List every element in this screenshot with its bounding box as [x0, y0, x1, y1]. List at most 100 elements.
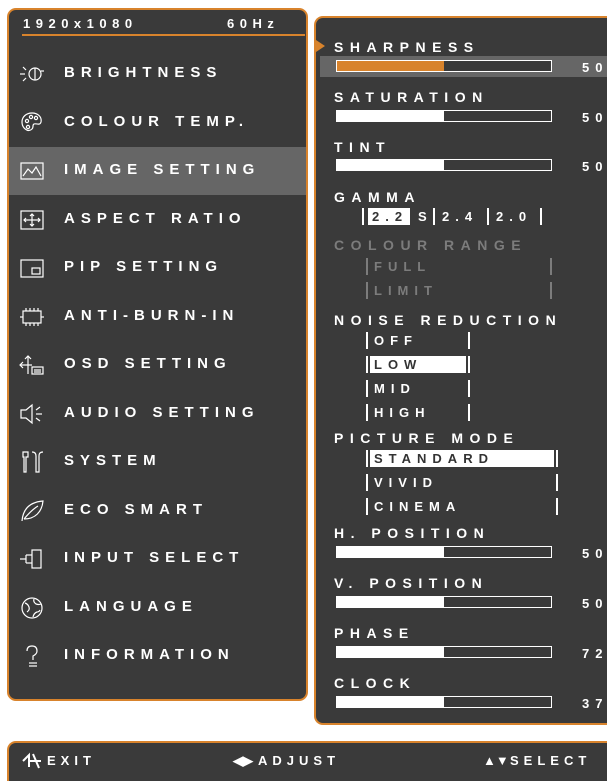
slider-fill: [337, 111, 444, 121]
menu-item-label: BRIGHTNESS: [64, 64, 223, 81]
noise-option-off[interactable]: OFF: [370, 332, 418, 349]
menu-item-system[interactable]: SYSTEM: [9, 438, 306, 486]
menu-item-label: SYSTEM: [64, 452, 162, 469]
main-menu-panel: 1920x1080 60Hz BRIGHTNESS COLOUR TEMP. I…: [7, 8, 308, 701]
gamma-separator: [540, 208, 542, 225]
adjust-hint[interactable]: ADJUST: [258, 753, 340, 768]
colour-range-option-full: FULL: [374, 259, 432, 274]
menu-item-label: ASPECT RATIO: [64, 210, 247, 227]
noise-reduction-separator: [468, 356, 470, 373]
menu-item-colour-temp[interactable]: COLOUR TEMP.: [9, 99, 306, 147]
slider-fill: [337, 547, 444, 557]
noise-reduction-separator: [366, 332, 368, 349]
gamma-separator: [487, 208, 489, 225]
noise-reduction-separator: [468, 404, 470, 421]
picture-mode-separator: [366, 474, 368, 491]
hint-bar: EXIT ◀▶ ADJUST ▲▼ SELECT: [7, 741, 607, 781]
menu-item-label: ANTI-BURN-IN: [64, 307, 240, 324]
noise-reduction-separator: [366, 380, 368, 397]
colour-range-separator: [366, 282, 368, 299]
up-down-arrows-icon: ▲▼: [483, 753, 509, 768]
v-position-value: 50: [582, 596, 607, 611]
menu-item-brightness[interactable]: BRIGHTNESS: [9, 50, 306, 98]
header-divider: [22, 34, 305, 36]
tint-slider[interactable]: [336, 159, 552, 171]
gamma-separator: [362, 208, 364, 225]
noise-option-mid[interactable]: MID: [370, 380, 416, 397]
clock-slider[interactable]: [336, 696, 552, 708]
resolution-readout: 1920x1080: [23, 16, 138, 31]
picture-mode-option-cinema[interactable]: CINEMA: [370, 498, 461, 515]
picture-mode-label: PICTURE MODE: [334, 430, 520, 446]
v-position-slider[interactable]: [336, 596, 552, 608]
picture-mode-separator: [366, 450, 368, 467]
noise-reduction-separator: [366, 404, 368, 421]
v-position-label: V. POSITION: [334, 575, 489, 591]
menu-item-audio-setting[interactable]: AUDIO SETTING: [9, 390, 306, 438]
leaf-icon: [19, 498, 45, 524]
palette-icon: [19, 110, 45, 136]
menu-item-eco-smart[interactable]: ECO SMART: [9, 487, 306, 535]
left-right-arrows-icon: ◀▶: [233, 753, 253, 768]
menu-item-label: INPUT SELECT: [64, 549, 245, 566]
tools-icon: [19, 449, 45, 475]
h-position-value: 50: [582, 546, 607, 561]
noise-reduction-label: NOISE REDUCTION: [334, 312, 563, 328]
gamma-option-s[interactable]: S: [414, 208, 433, 225]
saturation-slider[interactable]: [336, 110, 552, 122]
tint-value: 50: [582, 159, 607, 174]
picture-mode-separator: [556, 450, 558, 467]
tint-label: TINT: [334, 139, 392, 155]
plug-icon: [19, 546, 45, 572]
menu-item-aspect-ratio[interactable]: ASPECT RATIO: [9, 196, 306, 244]
slider-fill: [337, 597, 444, 607]
gamma-label: GAMMA: [334, 189, 421, 205]
brightness-icon: [19, 61, 45, 87]
slider-fill: [337, 647, 444, 657]
phase-slider[interactable]: [336, 646, 552, 658]
colour-range-option-limit: LIMIT: [374, 283, 438, 298]
gamma-option-2-2[interactable]: 2.2: [368, 208, 410, 225]
colour-range-separator: [366, 258, 368, 275]
menu-item-osd-setting[interactable]: OSD SETTING: [9, 341, 306, 389]
question-icon: [19, 643, 45, 669]
menu-item-information[interactable]: INFORMATION: [9, 632, 306, 680]
h-position-slider[interactable]: [336, 546, 552, 558]
menu-item-label: AUDIO SETTING: [64, 404, 260, 421]
image-setting-panel: SHARPNESS 50 SATURATION 50 TINT 50 GAMMA…: [314, 16, 607, 725]
picture-mode-separator: [366, 498, 368, 515]
gamma-option-2-4[interactable]: 2.4: [438, 208, 478, 225]
colour-range-separator: [550, 282, 552, 299]
speaker-icon: [19, 401, 45, 427]
menu-item-language[interactable]: LANGUAGE: [9, 584, 306, 632]
picture-mode-option-standard[interactable]: STANDARD: [370, 450, 554, 467]
sharpness-slider[interactable]: [336, 60, 552, 72]
select-hint[interactable]: SELECT: [510, 753, 591, 768]
menu-item-anti-burn-in[interactable]: ANTI-BURN-IN: [9, 293, 306, 341]
pip-icon: [19, 255, 45, 281]
slider-fill: [337, 160, 444, 170]
sharpness-label: SHARPNESS: [334, 39, 480, 55]
exit-icon: [21, 751, 43, 771]
menu-item-label: OSD SETTING: [64, 355, 232, 372]
exit-hint[interactable]: EXIT: [47, 753, 96, 768]
osd-icon: [19, 352, 45, 378]
menu-item-label: IMAGE SETTING: [64, 161, 261, 178]
aspect-ratio-icon: [19, 207, 45, 233]
saturation-value: 50: [582, 110, 607, 125]
gamma-option-2-0[interactable]: 2.0: [492, 208, 532, 225]
slider-fill: [337, 697, 444, 707]
noise-reduction-separator: [468, 380, 470, 397]
menu-item-image-setting[interactable]: IMAGE SETTING: [9, 147, 306, 195]
menu-item-pip-setting[interactable]: PIP SETTING: [9, 244, 306, 292]
chip-icon: [19, 304, 45, 330]
phase-label: PHASE: [334, 625, 415, 641]
menu-item-label: COLOUR TEMP.: [64, 113, 250, 130]
noise-option-high[interactable]: HIGH: [370, 404, 431, 421]
picture-mode-option-vivid[interactable]: VIVID: [370, 474, 438, 491]
sharpness-value: 50: [582, 60, 607, 75]
h-position-label: H. POSITION: [334, 525, 491, 541]
noise-option-low[interactable]: LOW: [370, 356, 466, 373]
picture-mode-separator: [556, 498, 558, 515]
menu-item-input-select[interactable]: INPUT SELECT: [9, 535, 306, 583]
